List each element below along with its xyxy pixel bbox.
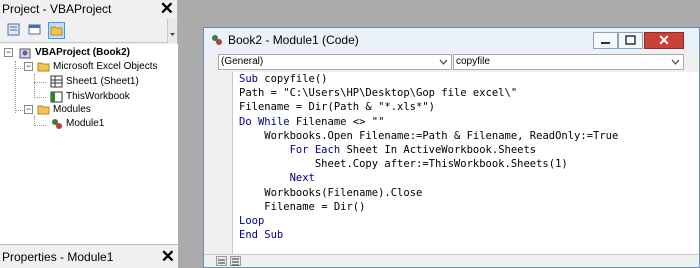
code-text: Filename = Dir() — [264, 200, 366, 213]
workbook-icon — [50, 91, 63, 103]
tree-node-vbaproject[interactable]: − VBAProject (Book2) — [0, 46, 178, 60]
properties-pane: Properties - Module1 ✕ — [0, 244, 178, 268]
code-keyword: Loop — [239, 214, 265, 227]
code-keyword: Sub — [239, 73, 258, 85]
object-dropdown[interactable]: (General) — [218, 54, 452, 70]
tree-node-modules[interactable]: − Modules — [0, 103, 178, 117]
toggle-folders-icon — [50, 26, 63, 36]
code-text: Filename <> "" — [289, 115, 385, 128]
folder-icon — [37, 105, 50, 115]
tree-node-excel-objects[interactable]: − Microsoft Excel Objects — [0, 60, 178, 74]
view-code-icon — [7, 23, 20, 36]
collapse-icon[interactable]: − — [24, 62, 33, 71]
module-icon — [212, 35, 222, 45]
tree-label-module1: Module1 — [66, 118, 105, 129]
code-window-titlebar[interactable]: Book2 - Module1 (Code) ✕ — [204, 28, 699, 52]
procedure-view-icon — [218, 259, 225, 264]
chevron-down-icon — [671, 59, 680, 65]
full-module-view-button[interactable] — [230, 256, 241, 266]
code-margin[interactable] — [204, 72, 233, 254]
code-line[interactable]: Loop — [239, 214, 618, 228]
close-button[interactable]: ✕ — [644, 32, 684, 49]
procedure-view-button[interactable] — [216, 256, 227, 266]
view-code-button[interactable] — [6, 22, 23, 39]
code-text: Workbooks.Open Filename:=Path & Filename… — [264, 129, 619, 142]
project-tree: − VBAProject (Book2) − Microsoft Excel O… — [0, 44, 178, 244]
toggle-folders-button[interactable] — [48, 22, 65, 39]
code-line[interactable]: Workbooks.Open Filename:=Path & Filename… — [239, 129, 618, 143]
minimize-button[interactable] — [593, 32, 618, 49]
code-keyword: Do While — [239, 115, 290, 128]
code-window-title: Book2 - Module1 (Code) — [228, 33, 359, 47]
code-editor[interactable]: Sub copyfile() Path = "C:\Users\HP\Deskto… — [204, 72, 699, 254]
minimize-icon — [601, 42, 610, 44]
code-window: Book2 - Module1 (Code) ✕ (General) copyf… — [203, 27, 700, 268]
code-line[interactable]: Workbooks(Filename).Close — [239, 186, 618, 200]
tree-node-module1[interactable]: Module1 — [0, 117, 178, 131]
code-line[interactable]: Filename = Dir() — [239, 200, 618, 214]
code-line[interactable]: End Sub — [239, 228, 618, 242]
code-line[interactable]: For Each Sheet In ActiveWorkbook.Sheets — [239, 143, 618, 157]
tree-label-vbaproject: VBAProject (Book2) — [35, 47, 131, 58]
project-explorer-pane: Project - VBAProject ✕ − VBAProject (Boo… — [0, 0, 178, 268]
object-dropdown-value: (General) — [221, 56, 264, 67]
project-explorer-title-text: Project - VBAProject — [2, 2, 112, 16]
maximize-icon — [625, 35, 636, 45]
tree-node-sheet1[interactable]: Sheet1 (Sheet1) — [0, 75, 178, 89]
close-icon[interactable]: ✕ — [160, 0, 174, 17]
code-line[interactable]: Path = "C:\Users\HP\Desktop\Gop file exc… — [239, 86, 618, 100]
collapse-icon[interactable]: − — [24, 105, 33, 114]
code-line[interactable]: Sheet.Copy after:=ThisWorkbook.Sheets(1) — [239, 157, 618, 171]
code-view-bar — [204, 254, 699, 267]
scroll-down-icon — [170, 33, 175, 36]
code-line[interactable]: Do While Filename <> "" — [239, 115, 618, 129]
properties-title: Properties - Module1 ✕ — [0, 245, 178, 268]
tree-label-sheet1: Sheet1 (Sheet1) — [66, 76, 139, 87]
tree-label-thisworkbook: ThisWorkbook — [66, 91, 130, 102]
procedure-dropdown-value: copyfile — [456, 56, 490, 67]
code-line[interactable]: Filename = Dir(Path & "*.xls*") — [239, 100, 618, 114]
code-text: Path = "C:\Users\HP\Desktop\Gop file exc… — [239, 87, 518, 100]
close-icon[interactable]: ✕ — [161, 248, 175, 265]
code-text: Filename = Dir(Path & "*.xls*") — [239, 101, 435, 114]
project-toolbar — [0, 19, 178, 43]
properties-title-text: Properties - Module1 — [2, 250, 114, 264]
view-object-icon — [28, 24, 41, 35]
code-text: Sheet In ActiveWorkbook.Sheets — [340, 143, 537, 156]
code-dropdown-bar: (General) copyfile — [204, 52, 699, 72]
code-line[interactable]: Sub copyfile() — [239, 72, 618, 86]
tree-label-excel-objects: Microsoft Excel Objects — [53, 61, 158, 72]
vba-project-icon — [19, 48, 31, 59]
code-text: copyfile() — [257, 73, 328, 85]
tree-node-thisworkbook[interactable]: ThisWorkbook — [0, 90, 178, 104]
folder-icon — [37, 62, 50, 72]
chevron-down-icon — [439, 59, 448, 65]
collapse-icon[interactable]: − — [4, 48, 13, 57]
code-keyword: For Each — [289, 143, 341, 156]
worksheet-icon — [50, 75, 63, 88]
close-icon: ✕ — [658, 32, 670, 48]
project-explorer-title: Project - VBAProject ✕ — [0, 0, 177, 18]
code-line[interactable]: Next — [239, 171, 618, 185]
tree-label-modules: Modules — [53, 104, 91, 115]
code-keyword: End Sub — [239, 229, 284, 242]
module-icon — [52, 119, 62, 129]
view-object-button[interactable] — [27, 22, 44, 39]
procedure-dropdown[interactable]: copyfile — [453, 54, 684, 70]
code-keyword: Next — [289, 172, 315, 185]
code-text: Sheet.Copy after:=ThisWorkbook.Sheets(1) — [314, 158, 568, 171]
full-module-view-icon — [232, 258, 239, 266]
project-scrollbar[interactable] — [167, 19, 177, 43]
maximize-button[interactable] — [618, 32, 643, 49]
code-lines: Sub copyfile() Path = "C:\Users\HP\Deskto… — [239, 72, 618, 242]
code-text: Workbooks(Filename).Close — [264, 186, 423, 199]
